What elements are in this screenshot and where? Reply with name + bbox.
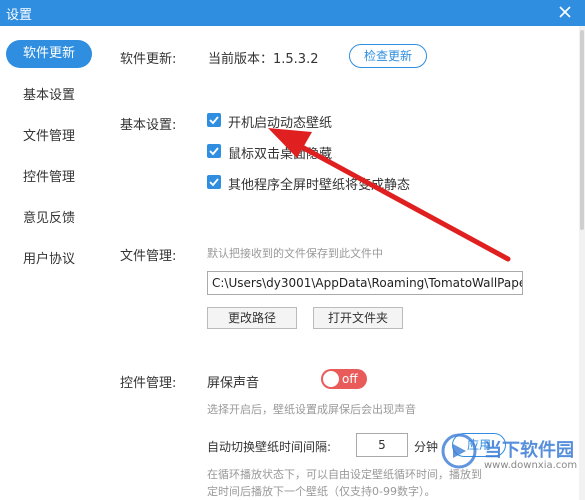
watermark-icon xyxy=(441,433,477,469)
watermark-logo: 当下软件园 www.downxia.com xyxy=(440,432,580,472)
annotation-arrow xyxy=(268,128,511,262)
watermark-url: www.downxia.com xyxy=(484,460,578,471)
watermark-text: 当下软件园 xyxy=(484,440,574,461)
